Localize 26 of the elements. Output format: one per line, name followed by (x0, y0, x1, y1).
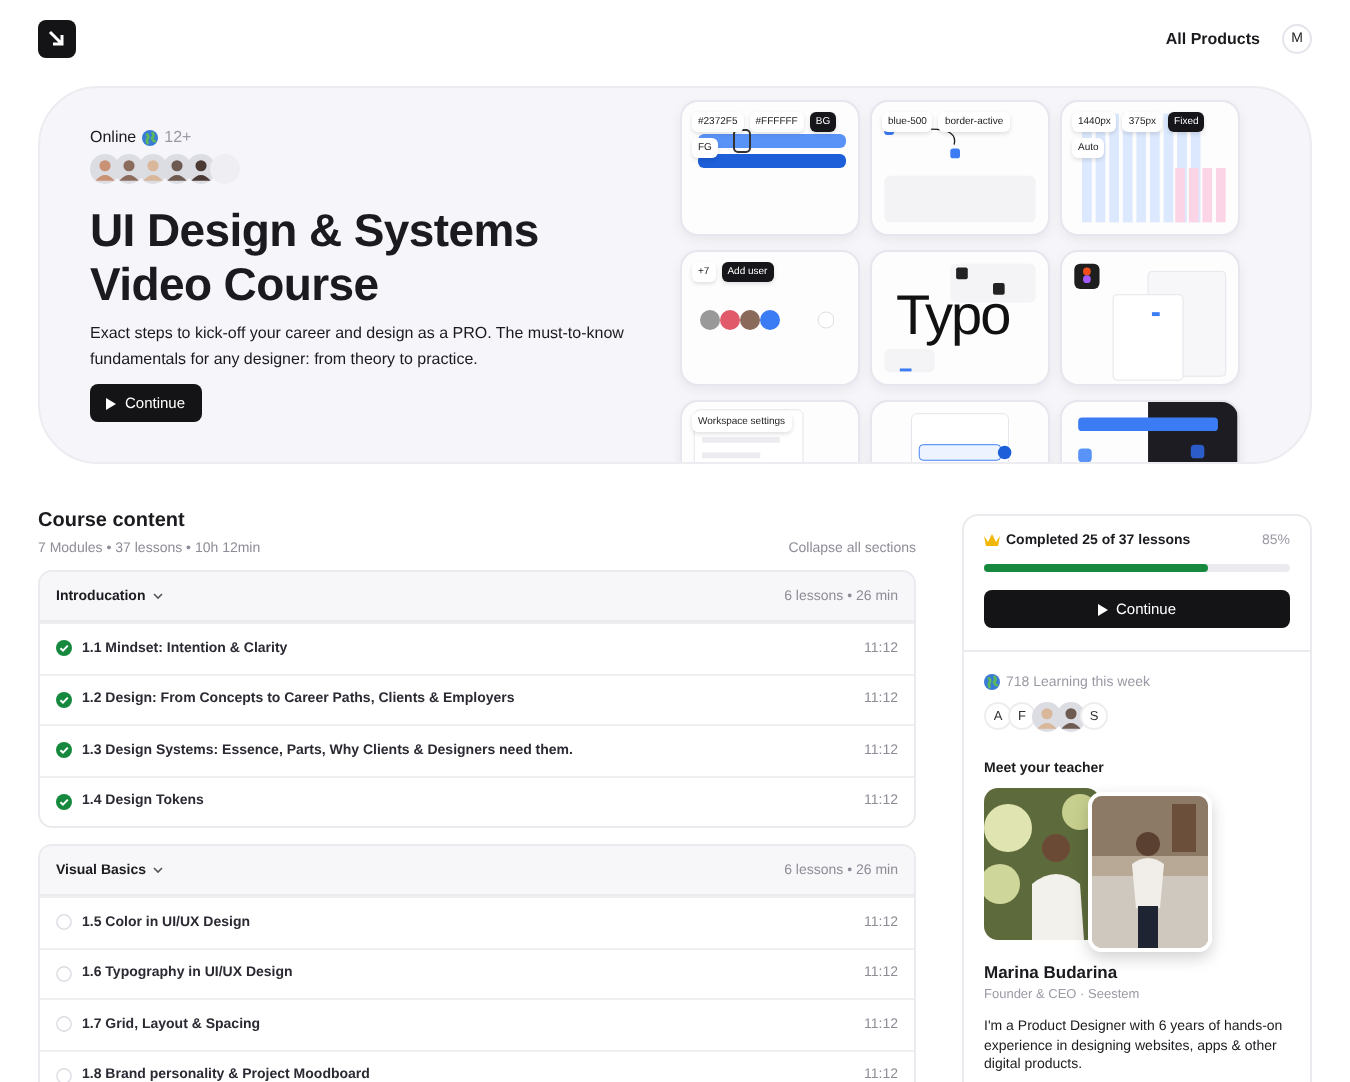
empty-circle-icon (56, 1016, 72, 1033)
user-avatars-drawing (700, 310, 834, 330)
typo-sample: Typo (896, 284, 1010, 348)
empty-circle-icon (56, 965, 72, 982)
section-heading: Course content (38, 510, 187, 532)
nav-link[interactable]: All Products (1165, 29, 1260, 47)
check-icon (56, 793, 72, 810)
avatar-placeholder (210, 154, 240, 184)
course-title: UI Design & Systems Video Course (90, 204, 541, 312)
online-label: Online (90, 128, 137, 146)
teacher-name: Marina Budarina (984, 962, 1120, 982)
crown-icon (984, 534, 1000, 548)
play-icon (106, 397, 117, 409)
chevron-icon (152, 866, 165, 874)
online-count: 12+ (164, 128, 192, 146)
chevron-icon (151, 592, 164, 600)
check-icon (56, 640, 72, 657)
check-icon (56, 742, 72, 759)
check-icon (56, 691, 72, 708)
logo-icon[interactable] (38, 19, 76, 57)
play-icon (1097, 603, 1108, 615)
course-description: Exact steps to kick-off your career and design as a PRO. The must-to-know fundamentals for any designer: from theory to practice. (90, 322, 626, 372)
globe-icon (142, 129, 159, 145)
empty-circle-icon (56, 914, 72, 931)
globe-icon (984, 674, 1000, 690)
avatar-icon (1056, 702, 1086, 732)
